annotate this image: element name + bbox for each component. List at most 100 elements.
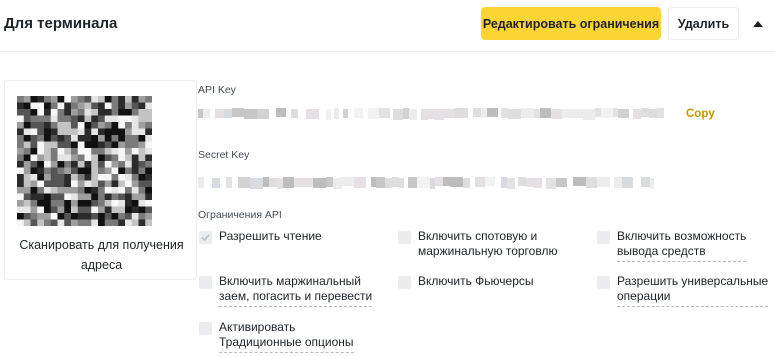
qr-pixel [98, 141, 106, 149]
qr-pixel [118, 161, 126, 168]
mask-pixel [641, 177, 650, 187]
qr-pixel [84, 115, 92, 123]
qr-pixel [125, 187, 133, 194]
qr-pixel [30, 193, 38, 201]
mask-pixel [277, 178, 283, 189]
permission-label: Включить возможность вывода средств [617, 229, 747, 262]
qr-pixel [98, 128, 106, 136]
mask-pixel [276, 108, 286, 117]
qr-pixel [77, 187, 85, 194]
checkbox-spot-margin-trading[interactable] [398, 231, 411, 244]
qr-pixel [104, 167, 112, 175]
qr-pixel [30, 187, 38, 194]
qr-pixel [37, 193, 45, 201]
qr-pixel [37, 102, 45, 110]
qr-pixel [125, 219, 133, 226]
qr-pixel [71, 213, 79, 220]
qr-pixel [145, 213, 152, 220]
qr-pixel [131, 180, 139, 188]
qr-pixel [98, 174, 106, 181]
permission-universal-transfer[interactable]: Разрешить универсальные операции [597, 274, 769, 307]
qr-pixel [118, 213, 126, 220]
qr-pixel [145, 135, 152, 142]
qr-pixel [37, 167, 45, 175]
qr-pixel [98, 109, 106, 116]
qr-pixel [125, 193, 133, 201]
qr-pixel [23, 200, 31, 207]
qr-pixel [64, 115, 72, 123]
delete-button[interactable]: Удалить [668, 7, 739, 40]
qr-pixel [118, 102, 126, 110]
checkbox-withdrawals[interactable] [597, 231, 610, 244]
qr-pixel [84, 174, 92, 181]
qr-pixel [111, 193, 119, 201]
edit-restrictions-button[interactable]: Редактировать ограничения [481, 7, 661, 40]
qr-pixel [118, 109, 126, 116]
copy-api-key-button[interactable]: Copy [686, 108, 715, 120]
qr-pixel [104, 115, 112, 123]
qr-pixel [71, 135, 79, 142]
mask-pixel [562, 109, 573, 118]
qr-pixel [118, 96, 126, 103]
qr-pixel [104, 135, 112, 142]
qr-pixel [84, 219, 92, 226]
qr-pixel [98, 161, 106, 168]
qr-pixel [23, 206, 31, 214]
mask-pixel [430, 178, 435, 189]
qr-pixel [44, 102, 52, 110]
api-key-label: API Key [198, 84, 236, 96]
qr-pixel [17, 213, 25, 220]
caret-up-icon[interactable] [748, 14, 768, 34]
permission-futures[interactable]: Включить Фьючерсы [398, 274, 534, 289]
qr-pixel [91, 174, 99, 181]
qr-pixel [111, 219, 119, 226]
qr-pixel [98, 154, 106, 162]
qr-pixel [71, 109, 79, 116]
qr-pixel [104, 128, 112, 136]
checkbox-options[interactable] [199, 322, 212, 335]
qr-pixel [131, 167, 139, 175]
qr-pixel [64, 174, 72, 181]
qr-pixel [104, 96, 112, 103]
qr-pixel [50, 200, 58, 207]
qr-pixel [30, 135, 38, 142]
qr-pixel [145, 154, 152, 162]
qr-pixel [111, 128, 119, 136]
qr-pixel [17, 187, 25, 194]
permission-read[interactable]: Разрешить чтение [199, 229, 322, 244]
qr-pixel [111, 180, 119, 188]
permission-spot-margin-trading[interactable]: Включить спотовую и маржинальную торговл… [398, 229, 557, 259]
mask-pixel [546, 178, 556, 189]
qr-pixel [57, 102, 65, 110]
qr-pixel [64, 122, 72, 129]
mask-pixel [263, 177, 269, 187]
qr-pixel [145, 193, 152, 201]
qr-pixel [71, 148, 79, 155]
checkbox-read[interactable] [199, 231, 212, 244]
mask-pixel [283, 177, 294, 188]
checkbox-universal-transfer[interactable] [597, 276, 610, 289]
mask-pixel [342, 177, 354, 186]
permission-options[interactable]: Активировать Традиционные опционы [199, 320, 354, 353]
mask-pixel [294, 178, 306, 187]
checkbox-margin-loan[interactable] [199, 276, 212, 289]
qr-pixel [84, 213, 92, 220]
qr-pixel [77, 174, 85, 181]
mask-pixel [403, 108, 409, 119]
mask-pixel [215, 109, 224, 118]
qr-pixel [50, 135, 58, 142]
mask-pixel [376, 177, 385, 188]
permission-label: Разрешить универсальные операции [617, 274, 769, 307]
qr-pixel [138, 102, 146, 110]
qr-pixel [91, 109, 99, 116]
qr-pixel [37, 148, 45, 155]
qr-pixel [44, 135, 52, 142]
checkbox-futures[interactable] [398, 276, 411, 289]
qr-pixel [57, 109, 65, 116]
permission-margin-loan[interactable]: Включить маржинальный заем, погасить и п… [199, 274, 373, 307]
permission-withdrawals[interactable]: Включить возможность вывода средств [597, 229, 747, 262]
qr-pixel [98, 167, 106, 175]
qr-pixel [17, 154, 25, 162]
qr-pixel [37, 161, 45, 168]
mask-pixel [508, 109, 521, 119]
